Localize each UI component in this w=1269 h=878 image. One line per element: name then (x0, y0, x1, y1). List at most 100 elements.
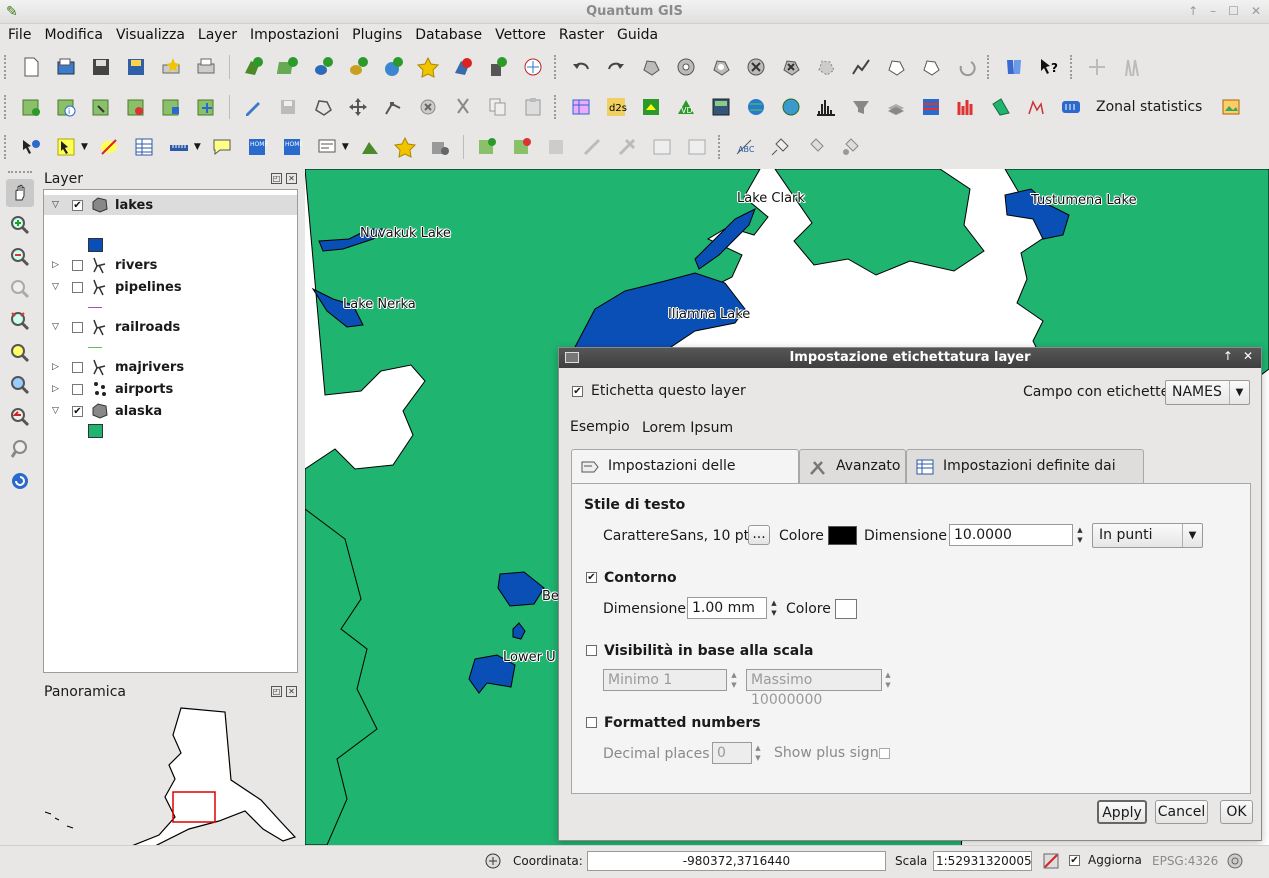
table-tool-icon[interactable] (567, 93, 595, 121)
coordinate-field[interactable]: -980372,3716440 (587, 851, 886, 871)
select-features-icon[interactable] (52, 133, 80, 161)
layer-item-railroads[interactable]: ▽ railroads (44, 317, 297, 337)
label-field-combo[interactable]: NAMES ▼ (1165, 380, 1250, 405)
toolbar-grip[interactable] (554, 95, 558, 119)
remove-layer-icon[interactable] (449, 53, 477, 81)
size-unit-combo[interactable]: In punti ▼ (1092, 523, 1203, 548)
save-as-icon[interactable] (122, 53, 150, 81)
zoom-to-selection-icon[interactable] (6, 339, 34, 367)
delete-ring-icon[interactable] (742, 53, 770, 81)
menu-help[interactable]: Guida (617, 27, 658, 43)
toolbar-grip[interactable] (4, 55, 8, 79)
menu-layer[interactable]: Layer (198, 27, 237, 43)
layer-item-alaska[interactable]: ▽ ✔ alaska (44, 401, 297, 421)
layer-item-airports[interactable]: ▷ airports (44, 379, 297, 399)
show-bookmarks-icon[interactable]: HOME (278, 133, 306, 161)
add-postgis-layer-icon[interactable] (309, 53, 337, 81)
menu-plugins[interactable]: Plugins (352, 27, 402, 43)
decimal-places-spinbox[interactable]: 0 (712, 742, 752, 764)
layer-item-majrivers[interactable]: ▷ majrivers (44, 357, 297, 377)
green-shape-icon[interactable] (987, 93, 1015, 121)
buffer-size-spinbox[interactable]: 1.00 mm (687, 597, 767, 619)
delete-part-icon[interactable] (777, 53, 805, 81)
identify-info-icon[interactable]: i (52, 93, 80, 121)
new-layer-icon[interactable] (484, 53, 512, 81)
menu-view[interactable]: Visualizza (116, 27, 185, 43)
paste-features-icon[interactable] (519, 93, 547, 121)
crs-status-icon[interactable] (1226, 852, 1244, 870)
layers-stack-icon[interactable] (882, 93, 910, 121)
add-vector-layer-icon[interactable] (239, 53, 267, 81)
add-wfs-layer-icon[interactable] (519, 53, 547, 81)
layer-visibility-checkbox[interactable] (72, 321, 83, 333)
layer-tree[interactable]: ▽ ✔ lakes ▷ rivers ▽ pipelines ▽ railroa… (43, 189, 298, 673)
collapse-arrow-icon[interactable]: ▽ (52, 406, 62, 416)
disabled-tool-3-icon[interactable] (613, 133, 641, 161)
tab-advanced[interactable]: Avanzato (799, 449, 906, 484)
vd-tool-icon[interactable]: VD (672, 93, 700, 121)
raster-calc-icon[interactable] (707, 93, 735, 121)
buffer-checkbox[interactable]: ✔ (586, 572, 597, 583)
pan-hand-icon[interactable] (6, 179, 34, 207)
bars-tool-icon[interactable] (952, 93, 980, 121)
expand-arrow-icon[interactable]: ▷ (52, 384, 62, 394)
move-feature-icon[interactable] (344, 93, 372, 121)
max-scale-stepper-icon[interactable]: ▲ ▼ (882, 670, 894, 692)
zoom-last-icon[interactable] (6, 403, 34, 431)
map-tool-4-icon[interactable] (122, 93, 150, 121)
close-panel-icon[interactable]: ✕ (286, 173, 297, 184)
overview-map[interactable] (41, 702, 303, 866)
menu-file[interactable]: File (8, 27, 31, 43)
add-raster-layer-icon[interactable] (274, 53, 302, 81)
toolbar-grip[interactable] (717, 135, 722, 159)
toolbar-grip[interactable] (8, 171, 32, 175)
raster-tool-icon[interactable] (637, 93, 665, 121)
simplify-feature-icon[interactable] (637, 53, 665, 81)
add-raster-edit-icon[interactable] (508, 133, 536, 161)
disabled-tool-4-icon[interactable] (648, 133, 676, 161)
pin-labels-icon[interactable] (766, 133, 794, 161)
new-print-composer-icon[interactable] (157, 53, 185, 81)
layer-visibility-checkbox[interactable] (72, 281, 83, 293)
toolbar-grip[interactable] (1070, 55, 1074, 79)
maximize-icon[interactable]: ☐ (1228, 4, 1239, 20)
layer-visibility-checkbox[interactable] (72, 383, 83, 395)
minimize-icon[interactable]: – (1210, 4, 1216, 20)
dialog-maximize-icon[interactable]: ↑ (1223, 349, 1233, 363)
buffer-size-stepper-icon[interactable]: ▲ ▼ (768, 598, 780, 620)
save-project-icon[interactable] (87, 53, 115, 81)
refresh-render-checkbox[interactable]: ✔ (1069, 855, 1080, 866)
zoom-full-icon[interactable] (6, 307, 34, 335)
menu-settings[interactable]: Impostazioni (250, 27, 339, 43)
zoom-out-icon[interactable] (6, 243, 34, 271)
new-shapefile-icon[interactable] (414, 53, 442, 81)
add-wms-layer-icon[interactable] (379, 53, 407, 81)
globe-tool-2-icon[interactable] (777, 93, 805, 121)
cancel-button[interactable]: Cancel (1155, 800, 1208, 824)
label-layer-checkbox[interactable]: ✔ (572, 386, 583, 397)
map-tool-5-icon[interactable] (157, 93, 185, 121)
layer-visibility-checkbox[interactable]: ✔ (72, 405, 83, 417)
decimal-places-stepper-icon[interactable]: ▲ ▼ (752, 743, 764, 765)
new-project-icon[interactable] (17, 53, 45, 81)
font-chooser-button[interactable]: ... (748, 525, 770, 545)
layer-visibility-checkbox[interactable] (72, 361, 83, 373)
tab-label-settings[interactable]: Impostazioni delle etichette (571, 449, 799, 507)
undo-icon[interactable] (567, 53, 595, 81)
help-contents-icon[interactable] (1000, 53, 1028, 81)
min-scale-stepper-icon[interactable]: ▲ ▼ (728, 670, 740, 692)
measure-dropdown-arrow-icon[interactable]: ▼ (194, 142, 201, 152)
color-stack-icon[interactable] (917, 93, 945, 121)
reshape-features-icon[interactable] (812, 53, 840, 81)
dialog-close-icon[interactable]: ✕ (1243, 349, 1253, 363)
disabled-tool-2-icon[interactable] (578, 133, 606, 161)
text-color-swatch[interactable] (828, 526, 857, 545)
collapse-arrow-icon[interactable]: ▽ (52, 200, 62, 210)
profile-tool-icon[interactable] (1022, 93, 1050, 121)
text-annotation-icon[interactable] (313, 133, 341, 161)
toolbar-grip[interactable] (987, 55, 991, 79)
toolbar-grip[interactable] (4, 95, 8, 119)
label-properties-icon[interactable] (836, 133, 864, 161)
collapse-arrow-icon[interactable]: ▽ (52, 322, 62, 332)
disabled-tool-5-icon[interactable] (683, 133, 711, 161)
